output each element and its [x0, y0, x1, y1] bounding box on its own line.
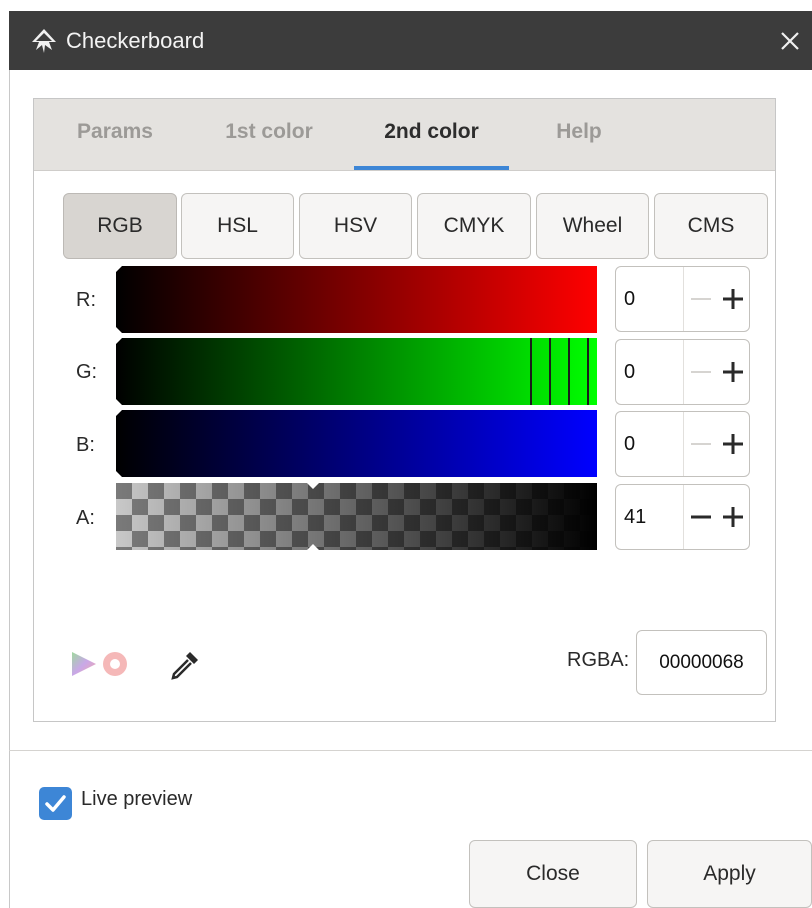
spin-b-value[interactable]: 0 — [624, 412, 635, 476]
mode-hsl-button[interactable]: HSL — [181, 193, 294, 259]
spin-r[interactable]: 0 — [615, 266, 750, 332]
increment-r-icon[interactable] — [718, 267, 748, 331]
checkmark-icon — [45, 795, 66, 812]
window-title: Checkerboard — [66, 28, 205, 53]
mode-hsv-button[interactable]: HSV — [299, 193, 412, 259]
spin-b[interactable]: 0 — [615, 411, 750, 477]
tab-bar: Params 1st color 2nd color Help — [34, 99, 775, 171]
live-preview-label[interactable]: Live preview — [81, 788, 192, 811]
close-icon[interactable] — [775, 26, 805, 56]
color-gamut-icon[interactable] — [68, 648, 100, 680]
channel-label-g: G: — [76, 361, 98, 383]
spin-r-value[interactable]: 0 — [624, 267, 635, 331]
inkscape-icon — [32, 29, 56, 53]
mode-wheel-button[interactable]: Wheel — [536, 193, 649, 259]
decrement-b-icon[interactable] — [686, 412, 716, 476]
channel-label-a: A: — [76, 507, 95, 529]
spin-g-value[interactable]: 0 — [624, 340, 635, 404]
mode-cms-button[interactable]: CMS — [654, 193, 768, 259]
increment-a-icon[interactable] — [718, 485, 748, 549]
live-preview-checkbox[interactable] — [39, 787, 72, 820]
eyedropper-icon[interactable] — [168, 648, 202, 682]
rgba-input[interactable]: 00000068 — [636, 630, 767, 695]
close-button[interactable]: Close — [469, 840, 637, 908]
decrement-a-icon[interactable] — [686, 485, 716, 549]
mode-rgb-button[interactable]: RGB — [63, 193, 177, 259]
decrement-g-icon[interactable] — [686, 340, 716, 404]
mode-cmyk-button[interactable]: CMYK — [417, 193, 531, 259]
slider-r[interactable] — [116, 266, 597, 333]
increment-g-icon[interactable] — [718, 340, 748, 404]
increment-b-icon[interactable] — [718, 412, 748, 476]
slider-b[interactable] — [116, 410, 597, 477]
tab-params[interactable]: Params — [70, 99, 160, 170]
channel-label-r: R: — [76, 289, 96, 311]
tab-help[interactable]: Help — [547, 99, 611, 170]
spin-a-value[interactable]: 41 — [624, 485, 646, 549]
spin-a[interactable]: 41 — [615, 484, 750, 550]
title-bar: Checkerboard — [9, 11, 812, 70]
slider-g[interactable] — [116, 338, 597, 405]
dialog-body: Params 1st color 2nd color Help RGB HSL … — [9, 70, 812, 908]
spin-g[interactable]: 0 — [615, 339, 750, 405]
channel-label-b: B: — [76, 434, 95, 456]
divider — [9, 750, 812, 751]
slider-a[interactable] — [116, 483, 597, 550]
tab-1st-color[interactable]: 1st color — [214, 99, 324, 170]
apply-button[interactable]: Apply — [647, 840, 812, 908]
decrement-r-icon[interactable] — [686, 267, 716, 331]
tab-2nd-color[interactable]: 2nd color — [354, 99, 509, 170]
rgba-label: RGBA: — [567, 649, 630, 671]
out-of-gamut-icon[interactable] — [99, 648, 131, 680]
